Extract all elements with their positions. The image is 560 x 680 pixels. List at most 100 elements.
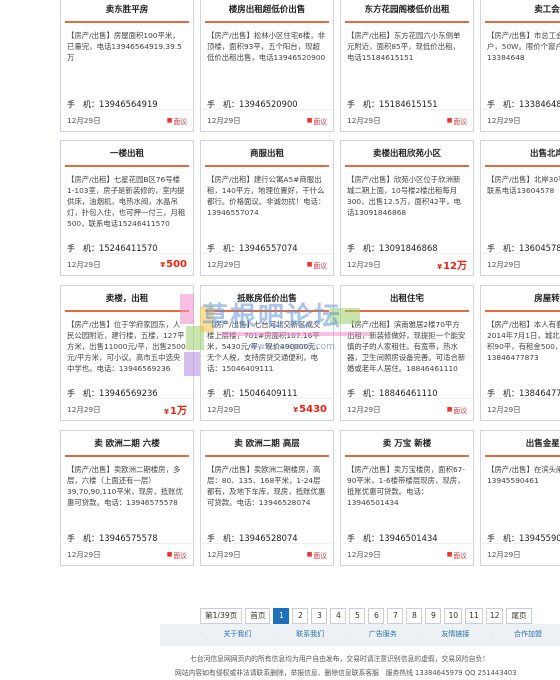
report-icon: ■: [306, 117, 313, 124]
page-button-6[interactable]: 6: [368, 608, 385, 624]
listing-title[interactable]: 出租住宅: [345, 286, 469, 312]
listing-description: 【房产/出租】滨南雅居2楼70平方出租，新装修做好，现提拒一个能安慎的子的人家租…: [347, 320, 466, 373]
listing-card[interactable]: 卖东胜平房【房产/出售】房屋面积100平米，已量完，电话13946564919.…: [60, 0, 194, 132]
listing-card[interactable]: 抵账房低价出售 【房产/出售】七台河北交新区成交楼上层楼，701#房面积107.1…: [200, 285, 334, 421]
listing-footer: 12月29日 ¥12万: [341, 253, 473, 275]
listing-title[interactable]: 卖楼，出租: [65, 286, 189, 312]
negotiable-link[interactable]: ■ 面议: [447, 116, 467, 126]
listing-description: 【房产/出租】本人有套房租，截止2014年7月1日，城北外出齐全，面积90平，有…: [487, 320, 560, 362]
footer-link-friends[interactable]: 友情链接: [441, 629, 469, 639]
report-icon: ■: [306, 551, 313, 558]
listing-card[interactable]: 卖 欧洲二期 六楼【房产/出售】卖欧洲二期楼房，多层，六楼（上面还有一层）39,…: [60, 430, 194, 566]
negotiable-label: 面议: [453, 551, 467, 560]
listing-grid: 卖东胜平房【房产/出售】房屋面积100平米，已量完，电话13946564919.…: [60, 0, 560, 590]
listing-title[interactable]: 卖东胜平房: [65, 0, 189, 23]
phone-label: 手 机：: [347, 244, 379, 253]
listing-title[interactable]: 出售金星花: [485, 431, 560, 457]
listing-title[interactable]: 卖楼出租欣苑小区: [345, 141, 469, 167]
listing-card[interactable]: 出租住宅【房产/出租】滨南雅居2楼70平方出租，新装修做好，现提拒一个能安慎的子…: [340, 285, 474, 421]
listing-date: 12月29日: [487, 405, 521, 414]
phone-number: 13604578: [519, 243, 560, 253]
phone-label: 手 机：: [487, 389, 519, 398]
listing-card[interactable]: 出售金星花【房产/出售】在滨头闸25平米13945590461 手 机：13945…: [480, 430, 560, 566]
listing-title[interactable]: 一楼出租: [65, 141, 189, 167]
listing-description: 【房产/出售】位于学府家园东，人民公园附近，建行楼，五楼，127平方米，出售11…: [67, 320, 186, 373]
currency-symbol: ¥: [437, 263, 443, 271]
listing-date: 12月29日: [487, 116, 521, 125]
listing-description: 【房产/出售】卖欧洲二期楼房，多层，六楼（上面还有一层）39,70,90,110…: [67, 465, 183, 507]
page-button-10[interactable]: 10: [444, 608, 463, 624]
page-button-1[interactable]: 1: [273, 608, 290, 624]
page-button-8[interactable]: 8: [406, 608, 423, 624]
listing-description: 【房产/出租】建行公寓A5#商服出租，140平方，地理位置好，干什么都行。价格面…: [207, 175, 326, 217]
page-button-11[interactable]: 11: [465, 608, 483, 624]
listing-card[interactable]: 一楼出租 【房产/出租】七星花园B区76号楼1-103室，房子是新装修的，室内提供…: [60, 140, 194, 276]
listing-title[interactable]: 卖 欧洲二期 六楼: [65, 431, 189, 457]
phone-number: 13946520900: [239, 99, 298, 109]
listing-date: 12月29日: [67, 260, 101, 269]
listing-card[interactable]: 商服出租【房产/出租】建行公寓A5#商服出租，140平方，地理位置好，干什么都行…: [200, 140, 334, 276]
last-page-button[interactable]: 尾页: [506, 608, 532, 624]
listing-title[interactable]: 出售北岸: [485, 141, 560, 167]
listing-card[interactable]: 房屋转【房产/出租】本人有套房租，截止2014年7月1日，城北外出齐全，面积90…: [480, 285, 560, 421]
negotiable-label: 面议: [313, 117, 327, 126]
negotiable-link[interactable]: ■ 面议: [167, 116, 187, 126]
listing-date: 12月29日: [207, 116, 241, 125]
negotiable-link[interactable]: ■ 面议: [447, 550, 467, 560]
listing-title[interactable]: 抵账房低价出售: [205, 286, 329, 312]
listing-title[interactable]: 房屋转: [485, 286, 560, 312]
phone-label: 手 机：: [67, 100, 99, 109]
page-button-2[interactable]: 2: [292, 608, 309, 624]
negotiable-link[interactable]: ■ 面议: [307, 550, 327, 560]
price-value: 12万: [443, 261, 467, 272]
footer-link-about[interactable]: 关于我们: [223, 629, 251, 639]
phone-label: 手 机：: [347, 100, 379, 109]
negotiable-link[interactable]: ■ 面议: [447, 405, 467, 415]
listing-title[interactable]: 楼房出租超低价出售: [205, 0, 329, 23]
listing-card[interactable]: 卖工会【房产/出售】市总工会新楼未入户，50W。限价个窗户。13384648 手 …: [480, 0, 560, 132]
phone-label: 手 机：: [347, 389, 379, 398]
footer-link-partner[interactable]: 合作加盟: [514, 629, 542, 639]
page-button-5[interactable]: 5: [349, 608, 366, 624]
negotiable-link[interactable]: ■ 面议: [307, 116, 327, 126]
listing-footer: 12月29日■面议: [481, 253, 560, 275]
listing-card[interactable]: 出售北岸【房产/出售】北岸30平方47.33，联系电话13604578手 机：1…: [480, 140, 560, 276]
negotiable-link[interactable]: ■ 面议: [307, 260, 327, 270]
listing-card[interactable]: 楼房出租超低价出售 【房产/出售】松林小区住宅6楼，非顶楼，面积93平，五个阳台，…: [200, 0, 334, 132]
report-icon: ■: [446, 551, 453, 558]
listing-card[interactable]: 东方花园阁楼低价出租 【房产/出租】东方花园六小东侧单元附近，面积85平，现低价出…: [340, 0, 474, 132]
page-button-4[interactable]: 4: [330, 608, 347, 624]
listing-title[interactable]: 商服出租: [205, 141, 329, 167]
listing-footer: 12月29日■面议: [61, 543, 193, 565]
page-button-3[interactable]: 3: [311, 608, 328, 624]
listing-footer: 12月29日■面议: [481, 398, 560, 420]
listing-card[interactable]: 卖楼出租欣苑小区 【房产/出售】欣苑小区位于欣洲新城二期上面，10号楼2楼出租每月…: [340, 140, 474, 276]
listing-description: 【房产/出售】房屋面积100平米，已量完，电话13946564919.39.5万: [67, 31, 182, 62]
listing-footer: 12月29日■面议: [201, 253, 333, 275]
listing-footer: 12月29日■面议: [341, 109, 473, 131]
page-button-12[interactable]: 12: [485, 608, 504, 624]
listing-footer: 12月29日■面议: [61, 109, 193, 131]
footer-bullet: ·: [200, 630, 203, 638]
phone-label: 手 机：: [207, 534, 239, 543]
first-page-button[interactable]: 首页: [245, 608, 271, 624]
pagination: 第1/39页 首页 1 2 3 4 5 6 7 8 9 10 11 12 尾页: [200, 608, 532, 624]
phone-label: 手 机：: [207, 244, 239, 253]
listing-card[interactable]: 卖楼，出租【房产/出售】位于学府家园东，人民公园附近，建行楼，五楼，127平方米…: [60, 285, 194, 421]
phone-number: 13091846868: [379, 243, 438, 253]
listing-footer: 12月29日 ¥5430: [201, 398, 333, 420]
listing-title[interactable]: 卖工会: [485, 0, 560, 23]
footer-link-ads[interactable]: 广告服务: [369, 629, 397, 639]
listing-title[interactable]: 卖 欧洲二期 高层: [205, 431, 329, 457]
listing-title[interactable]: 东方花园阁楼低价出租: [345, 0, 469, 23]
listing-date: 12月29日: [67, 405, 101, 414]
footer-link-contact[interactable]: 联系我们: [296, 629, 324, 639]
listing-footer: 12月29日■面议: [201, 543, 333, 565]
listing-card[interactable]: 卖 欧洲二期 高层 【房产/出售】卖欧洲二期楼房，高层：80、135、168平米，…: [200, 430, 334, 566]
footer-bullet: ·: [490, 630, 493, 638]
listing-title[interactable]: 卖 万宝 新楼: [345, 431, 469, 457]
listing-card[interactable]: 卖 万宝 新楼 【房产/出售】卖万宝楼房，面积67-90平米，1-6楼带楼层现房，…: [340, 430, 474, 566]
page-button-9[interactable]: 9: [425, 608, 442, 624]
negotiable-link[interactable]: ■ 面议: [167, 550, 187, 560]
page-button-7[interactable]: 7: [387, 608, 404, 624]
